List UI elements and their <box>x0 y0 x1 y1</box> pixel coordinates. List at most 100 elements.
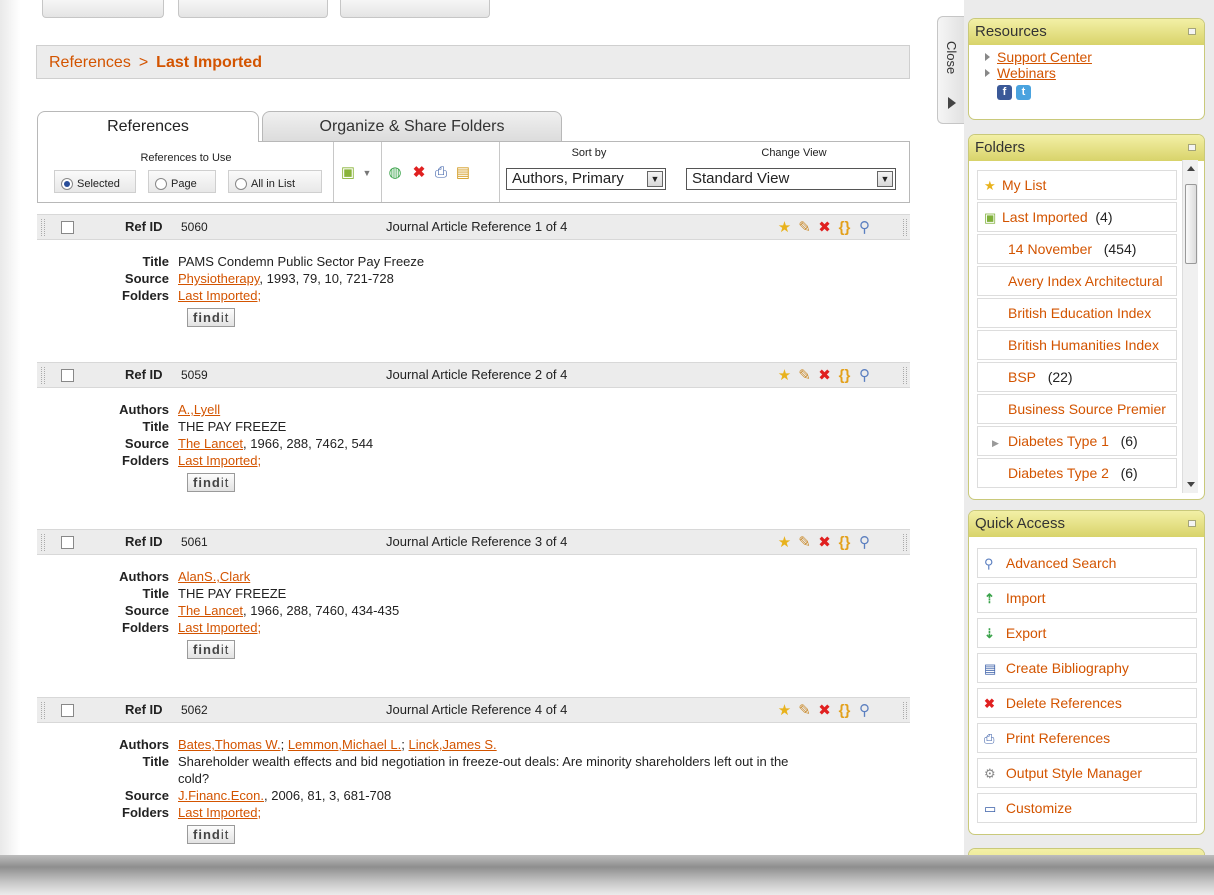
source-link[interactable]: The Lancet <box>178 603 243 618</box>
add-to-my-list-icon[interactable]: ★ <box>776 367 793 384</box>
reference-checkbox[interactable] <box>61 221 74 234</box>
author-link[interactable]: Bates,Thomas W. <box>178 737 281 752</box>
printer-icon[interactable]: ⎙ <box>432 164 450 182</box>
folder-link[interactable]: Last Imported <box>178 805 258 820</box>
folder-diabetes-type-1[interactable]: ▶ Diabetes Type 1 (6) <box>977 426 1177 456</box>
delete-x-icon[interactable]: ✖ <box>816 219 833 236</box>
radio-selected[interactable] <box>61 177 73 190</box>
resource-support-center[interactable]: Support Center <box>985 49 1204 65</box>
minimize-icon[interactable] <box>1188 28 1196 35</box>
reference-checkbox[interactable] <box>61 369 74 382</box>
findit-button[interactable]: findit <box>187 640 236 659</box>
add-to-my-list-icon[interactable]: ★ <box>776 702 793 719</box>
top-stub-2[interactable] <box>178 0 328 18</box>
folder-bsp[interactable]: BSP (22) <box>977 362 1177 392</box>
author-link[interactable]: Lemmon,Michael L. <box>288 737 401 752</box>
magnifier-icon[interactable]: ⚲ <box>856 534 873 551</box>
minimize-icon[interactable] <box>1188 144 1196 151</box>
drag-handle[interactable] <box>41 367 45 384</box>
quick-export[interactable]: ⇣ Export <box>977 618 1197 648</box>
source-link[interactable]: Physiotherapy <box>178 271 259 286</box>
drag-handle[interactable] <box>41 219 45 236</box>
globe-icon[interactable]: ◍ <box>386 164 404 182</box>
close-sidebar-tab[interactable]: Close <box>937 16 966 124</box>
curly-braces-icon[interactable]: {} <box>836 534 853 551</box>
curly-braces-icon[interactable]: {} <box>836 219 853 236</box>
quick-print-references[interactable]: ⎙ Print References <box>977 723 1197 753</box>
author-link[interactable]: AlanS.,Clark <box>178 569 250 584</box>
folder-diabetes-type-2[interactable]: Diabetes Type 2 (6) <box>977 458 1177 488</box>
quick-import[interactable]: ⇡ Import <box>977 583 1197 613</box>
folder-14-november[interactable]: 14 November (454) <box>977 234 1177 264</box>
facebook-icon[interactable]: f <box>997 85 1012 100</box>
add-to-my-list-icon[interactable]: ★ <box>776 534 793 551</box>
author-link[interactable]: Linck,James S. <box>409 737 497 752</box>
folder-link[interactable]: Last Imported <box>178 288 258 303</box>
quick-advanced-search[interactable]: ⚲ Advanced Search <box>977 548 1197 578</box>
tab-organize-share-folders[interactable]: Organize & Share Folders <box>262 111 562 141</box>
folder-avery-index[interactable]: Avery Index Architectural <box>977 266 1177 296</box>
drag-handle[interactable] <box>41 702 45 719</box>
author-link[interactable]: A.,Lyell <box>178 402 220 417</box>
reference-checkbox[interactable] <box>61 536 74 549</box>
add-to-folder-icon[interactable]: ▣ <box>339 164 357 182</box>
change-view-select[interactable]: Standard View ▼ <box>686 168 896 190</box>
source-link[interactable]: The Lancet <box>178 436 243 451</box>
delete-x-icon[interactable]: ✖ <box>410 164 428 182</box>
add-to-my-list-icon[interactable]: ★ <box>776 219 793 236</box>
folder-share-icon[interactable]: ▤ <box>454 164 472 182</box>
drag-handle[interactable] <box>903 534 907 551</box>
tab-references[interactable]: References <box>37 111 259 142</box>
edit-pencil-icon[interactable]: ✎ <box>796 219 813 236</box>
scroll-down-icon[interactable] <box>1187 482 1195 487</box>
edit-pencil-icon[interactable]: ✎ <box>796 534 813 551</box>
chevron-down-icon[interactable]: ▼ <box>358 164 376 182</box>
quick-output-style-manager[interactable]: ⚙ Output Style Manager <box>977 758 1197 788</box>
edit-pencil-icon[interactable]: ✎ <box>796 367 813 384</box>
twitter-icon[interactable]: t <box>1016 85 1031 100</box>
scrollbar-thumb[interactable] <box>1185 184 1197 264</box>
minimize-icon[interactable] <box>1188 520 1196 527</box>
quick-customize[interactable]: ▭ Customize <box>977 793 1197 823</box>
folder-british-humanities-index[interactable]: British Humanities Index <box>977 330 1177 360</box>
resource-webinars[interactable]: Webinars <box>985 65 1204 81</box>
drag-handle[interactable] <box>903 702 907 719</box>
delete-x-icon[interactable]: ✖ <box>816 367 833 384</box>
scroll-up-icon[interactable] <box>1187 166 1195 171</box>
findit-button[interactable]: findit <box>187 825 236 844</box>
quick-create-bibliography[interactable]: ▤ Create Bibliography <box>977 653 1197 683</box>
sort-by-select[interactable]: Authors, Primary ▼ <box>506 168 666 190</box>
magnifier-icon[interactable]: ⚲ <box>856 367 873 384</box>
delete-x-icon[interactable]: ✖ <box>816 534 833 551</box>
radio-all-in-list-wrap[interactable]: All in List <box>228 170 322 193</box>
curly-braces-icon[interactable]: {} <box>836 367 853 384</box>
edit-pencil-icon[interactable]: ✎ <box>796 702 813 719</box>
drag-handle[interactable] <box>41 534 45 551</box>
folders-scrollbar[interactable] <box>1182 160 1198 493</box>
top-stub-1[interactable] <box>42 0 164 18</box>
folder-link[interactable]: Last Imported <box>178 453 258 468</box>
top-stub-3[interactable] <box>340 0 490 18</box>
magnifier-icon[interactable]: ⚲ <box>856 219 873 236</box>
breadcrumb-root[interactable]: References <box>49 54 131 71</box>
radio-page-wrap[interactable]: Page <box>148 170 216 193</box>
radio-all-in-list[interactable] <box>235 177 247 190</box>
folder-business-source-premier[interactable]: Business Source Premier <box>977 394 1177 424</box>
quick-delete-references[interactable]: ✖ Delete References <box>977 688 1197 718</box>
folder-british-education-index[interactable]: British Education Index <box>977 298 1177 328</box>
radio-selected-wrap[interactable]: Selected <box>54 170 136 193</box>
delete-x-icon[interactable]: ✖ <box>816 702 833 719</box>
magnifier-icon[interactable]: ⚲ <box>856 702 873 719</box>
curly-braces-icon[interactable]: {} <box>836 702 853 719</box>
drag-handle[interactable] <box>903 219 907 236</box>
radio-page[interactable] <box>155 177 167 190</box>
source-link[interactable]: J.Financ.Econ. <box>178 788 264 803</box>
findit-button[interactable]: findit <box>187 473 236 492</box>
dropdown-arrow-icon[interactable]: ▼ <box>877 171 893 187</box>
findit-button[interactable]: findit <box>187 308 236 327</box>
dropdown-arrow-icon[interactable]: ▼ <box>647 171 663 187</box>
folder-last-imported[interactable]: ▣ Last Imported (4) <box>977 202 1177 232</box>
folder-link[interactable]: Last Imported <box>178 620 258 635</box>
drag-handle[interactable] <box>903 367 907 384</box>
folder-my-list[interactable]: ★ My List <box>977 170 1177 200</box>
